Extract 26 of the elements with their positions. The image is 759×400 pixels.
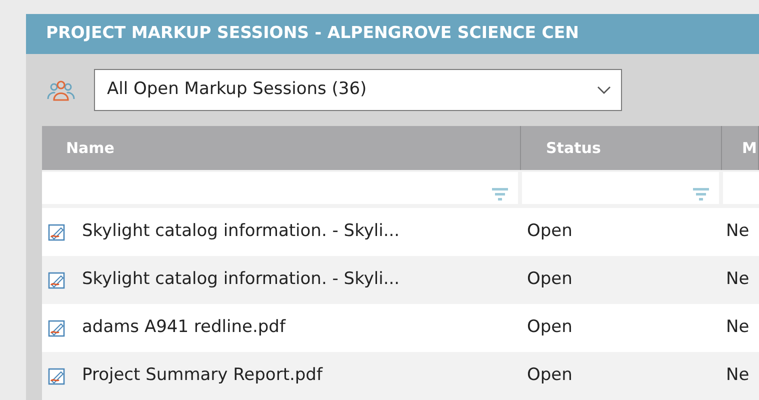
table-cell-text: Skylight catalog information. - Skyli... (82, 220, 400, 244)
table-cell: Open (527, 317, 572, 338)
markup-document-icon (48, 367, 66, 385)
filter-icon[interactable] (693, 188, 709, 202)
panel-title: PROJECT MARKUP SESSIONS - ALPENGROVE SCIENCE CEN (46, 22, 579, 44)
markup-document-icon (48, 319, 66, 337)
chevron-down-icon (597, 86, 611, 94)
table-cell-text: adams A941 redline.pdf (82, 316, 286, 340)
table-cell: Open (527, 269, 572, 290)
table-cell-text: Project Summary Report.pdf (82, 364, 322, 388)
session-filter-dropdown[interactable]: All Open Markup Sessions (36) (94, 68, 622, 111)
table-cell-text: Skylight catalog information. - Skyli... (82, 268, 400, 292)
table-cell: Open (527, 221, 572, 242)
table-row[interactable]: Project Summary Report.pdf Open Ne (42, 352, 759, 400)
users-icon[interactable] (46, 78, 76, 102)
table-cell: Ne (726, 365, 750, 386)
filter-icon[interactable] (492, 188, 508, 202)
filter-field[interactable] (522, 172, 719, 204)
filter-field[interactable] (42, 172, 518, 204)
table-cell: Open (527, 365, 572, 386)
table-row[interactable]: Skylight catalog information. - Skyli... Open Ne (42, 256, 759, 304)
markup-document-icon (48, 223, 66, 241)
markup-document-icon (48, 271, 66, 289)
table-cell: Ne (726, 221, 750, 242)
table-cell: Ne (726, 317, 750, 338)
table-cell: Ne (726, 269, 750, 290)
